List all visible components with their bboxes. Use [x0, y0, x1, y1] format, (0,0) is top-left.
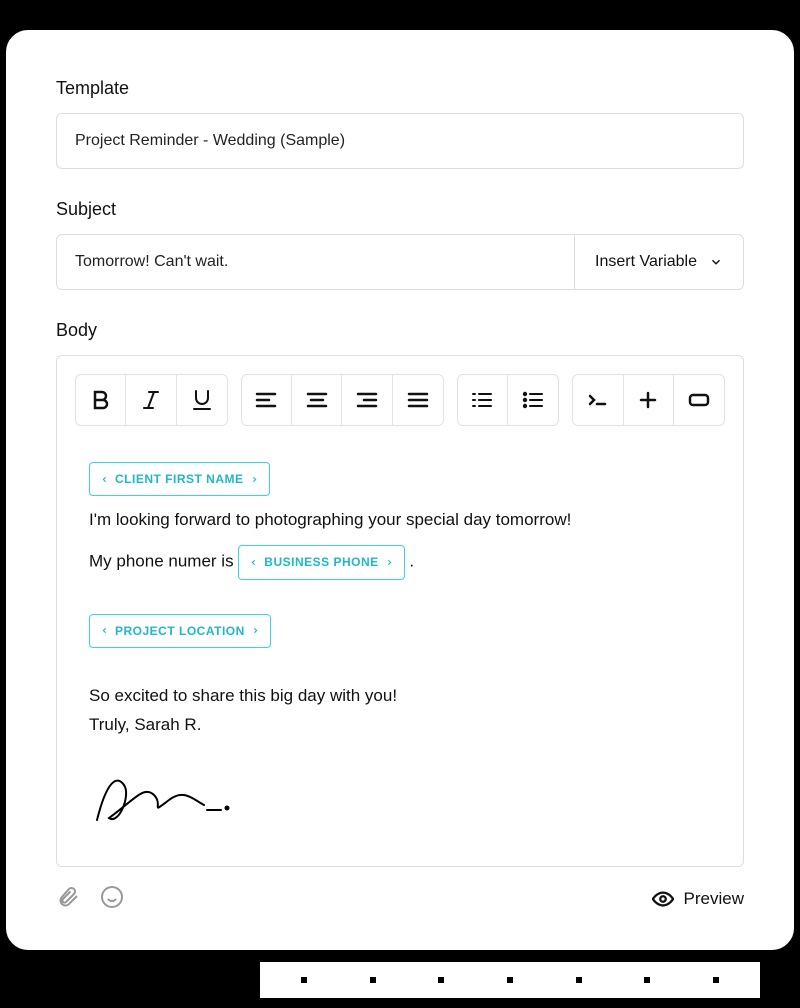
template-name-input[interactable]: Project Reminder - Wedding (Sample) — [56, 113, 744, 169]
paperclip-icon — [56, 885, 80, 909]
eye-icon — [652, 888, 674, 910]
template-label: Template — [56, 78, 744, 99]
editor-content[interactable]: CLIENT FIRST NAME I'm looking forward to… — [75, 462, 725, 840]
preview-button[interactable]: Preview — [652, 888, 744, 910]
chevron-right-icon — [250, 475, 259, 484]
body-line-2-suffix: . — [409, 552, 414, 571]
code-button[interactable] — [573, 375, 623, 425]
variable-client-first-name[interactable]: CLIENT FIRST NAME — [89, 462, 270, 496]
ordered-list-button[interactable] — [458, 375, 508, 425]
bold-button[interactable] — [76, 375, 126, 425]
formatting-toolbar — [75, 374, 725, 426]
chevron-left-icon — [100, 626, 109, 635]
plus-icon — [636, 388, 660, 412]
ordered-list-icon — [470, 388, 494, 412]
subject-row: Tomorrow! Can't wait. Insert Variable — [56, 234, 744, 290]
align-justify-button[interactable] — [393, 375, 443, 425]
align-justify-icon — [406, 388, 430, 412]
code-icon — [586, 388, 610, 412]
variable-business-phone[interactable]: BUSINESS PHONE — [238, 545, 404, 579]
underline-icon — [190, 388, 214, 412]
body-line-4: Truly, Sarah R. — [89, 711, 711, 740]
bottom-black-strip — [0, 952, 800, 1008]
subject-label: Subject — [56, 199, 744, 220]
insert-variable-dropdown[interactable]: Insert Variable — [574, 235, 743, 289]
insert-group — [572, 374, 725, 426]
align-center-button[interactable] — [292, 375, 342, 425]
signature-image — [89, 770, 711, 840]
body-line-3: So excited to share this big day with yo… — [89, 682, 711, 711]
unordered-list-button[interactable] — [508, 375, 558, 425]
chevron-right-icon — [385, 558, 394, 567]
editor-footer: Preview — [56, 885, 744, 914]
list-group — [457, 374, 560, 426]
dot-pagination — [260, 962, 760, 998]
tab-shape — [60, 0, 560, 28]
body-line-2-prefix: My phone numer is — [89, 552, 238, 571]
attachment-button[interactable] — [56, 885, 80, 914]
underline-button[interactable] — [177, 375, 227, 425]
variable-project-location[interactable]: PROJECT LOCATION — [89, 614, 271, 648]
chevron-right-icon — [251, 626, 260, 635]
add-button[interactable] — [624, 375, 674, 425]
chevron-down-icon — [709, 255, 723, 269]
italic-icon — [139, 388, 163, 412]
emoji-icon — [100, 885, 124, 909]
align-right-button[interactable] — [342, 375, 392, 425]
align-left-button[interactable] — [242, 375, 292, 425]
align-center-icon — [305, 388, 329, 412]
body-label: Body — [56, 320, 744, 341]
preview-label: Preview — [684, 889, 744, 909]
body-editor: CLIENT FIRST NAME I'm looking forward to… — [56, 355, 744, 867]
emoji-button[interactable] — [100, 885, 124, 914]
align-right-icon — [355, 388, 379, 412]
subject-input[interactable]: Tomorrow! Can't wait. — [57, 235, 574, 289]
italic-button[interactable] — [126, 375, 176, 425]
align-group — [241, 374, 444, 426]
rectangle-icon — [687, 388, 711, 412]
body-line-1: I'm looking forward to photographing you… — [89, 506, 711, 535]
container-button[interactable] — [674, 375, 724, 425]
unordered-list-icon — [521, 388, 545, 412]
bold-icon — [89, 388, 113, 412]
chevron-left-icon — [249, 558, 258, 567]
align-left-icon — [254, 388, 278, 412]
text-style-group — [75, 374, 228, 426]
insert-variable-label: Insert Variable — [595, 253, 697, 271]
chevron-left-icon — [100, 475, 109, 484]
top-black-bar — [0, 0, 800, 28]
template-editor-card: Template Project Reminder - Wedding (Sam… — [4, 28, 796, 952]
